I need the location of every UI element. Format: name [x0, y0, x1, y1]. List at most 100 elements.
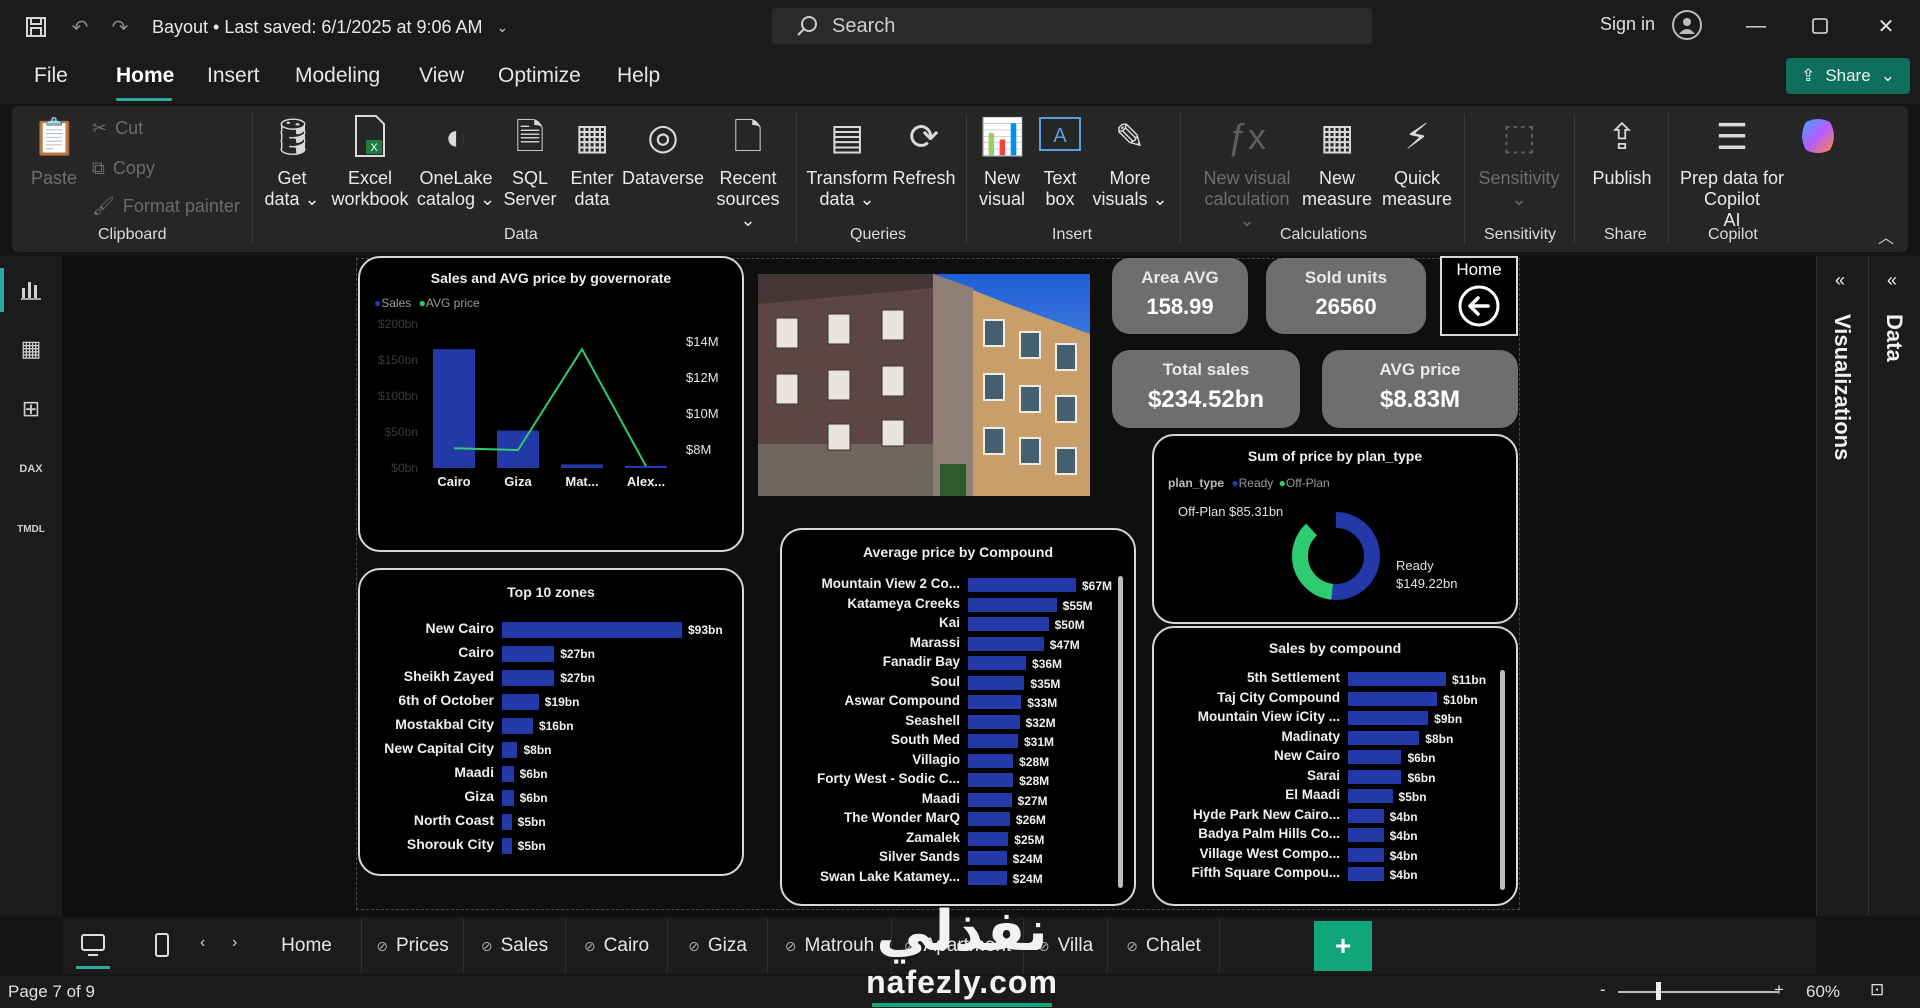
kpi-area-avg[interactable]: Area AVG 158.99	[1112, 258, 1248, 334]
get-data-button[interactable]: 🛢 Get data ⌄	[262, 114, 322, 210]
plan-type-chart-card[interactable]: Sum of price by plan_type plan_type ●Rea…	[1152, 434, 1518, 624]
bar-row[interactable]: Cairo $27bn	[360, 644, 742, 663]
text-box-button[interactable]: A Text box	[1034, 114, 1086, 210]
bar[interactable]	[1348, 730, 1420, 745]
bar-row[interactable]: 5th Settlement $11bn	[1154, 670, 1516, 689]
recent-sources-button[interactable]: 🗋 Recent sources ⌄	[708, 114, 788, 231]
bar[interactable]	[968, 831, 1009, 846]
bar[interactable]	[1348, 672, 1446, 686]
bar-row[interactable]: Giza $6bn	[360, 788, 742, 807]
bar[interactable]	[502, 622, 682, 638]
bar-row[interactable]: Mostakbal City $16bn	[360, 716, 742, 735]
next-page-icon[interactable]: ›	[232, 934, 237, 952]
page-tab-villa[interactable]: ⊘ Villa	[1024, 918, 1108, 974]
enter-data-button[interactable]: ▦ Enter data	[564, 114, 620, 210]
top-zones-chart-card[interactable]: Top 10 zones New Cairo $93bn Cairo $27bn She…	[358, 568, 744, 876]
zoom-slider-handle[interactable]	[1656, 982, 1661, 1000]
page-tab-sales[interactable]: ⊘ Sales	[464, 918, 566, 974]
visualizations-pane[interactable]: « Visualizations	[1816, 256, 1868, 916]
menu-insert[interactable]: Insert	[207, 64, 260, 88]
bar-row[interactable]: South Med $31M	[782, 732, 1134, 751]
more-visuals-button[interactable]: ✎ More visuals ⌄	[1092, 114, 1168, 210]
menu-help[interactable]: Help	[617, 64, 660, 88]
bar-row[interactable]: Village West Compo... $4bn	[1154, 846, 1516, 865]
zoom-out-icon[interactable]: -	[1600, 980, 1606, 1000]
bar[interactable]	[1348, 711, 1429, 725]
bar-row[interactable]: North Coast $5bn	[360, 812, 742, 831]
bar-row[interactable]: Zamalek $25M	[782, 830, 1134, 849]
transform-data-button[interactable]: ▤ Transform data ⌄	[802, 114, 892, 210]
bar-row[interactable]: Seashell $32M	[782, 713, 1134, 732]
bar[interactable]	[968, 675, 1025, 690]
bar-row[interactable]: Fifth Square Compou... $4bn	[1154, 865, 1516, 884]
scrollbar[interactable]	[1118, 576, 1123, 888]
avg-price-line[interactable]	[453, 347, 647, 467]
page-tab-matrouh[interactable]: ⊘ Matrouh	[768, 918, 892, 974]
tmdl-view-icon[interactable]: TMDL	[14, 512, 48, 546]
previous-page-icon[interactable]: ‹	[200, 934, 205, 952]
compound-avg-price-chart-card[interactable]: Average price by Compound Mountain View …	[780, 528, 1136, 906]
bar-row[interactable]: New Cairo $93bn	[360, 620, 742, 639]
copilot-button[interactable]	[1790, 114, 1846, 168]
model-view-icon[interactable]: ⊞	[14, 392, 48, 426]
bar[interactable]	[502, 718, 533, 734]
menu-modeling[interactable]: Modeling	[295, 64, 380, 88]
add-page-button[interactable]: +	[1314, 921, 1372, 971]
bar[interactable]	[968, 870, 1007, 885]
maximize-icon[interactable]	[1800, 10, 1840, 42]
bar-row[interactable]: Forty West - Sodic C... $28M	[782, 771, 1134, 790]
bar[interactable]	[968, 773, 1014, 787]
bar-row[interactable]: Silver Sands $24M	[782, 849, 1134, 868]
bar[interactable]	[968, 617, 1049, 631]
bar[interactable]	[968, 753, 1014, 768]
bar[interactable]	[502, 838, 512, 854]
bar-row[interactable]: Mountain View 2 Co... $67M	[782, 576, 1134, 595]
bar[interactable]	[502, 742, 518, 758]
bar[interactable]	[1348, 769, 1402, 784]
sales-bar[interactable]	[561, 464, 603, 468]
bar[interactable]	[502, 814, 512, 830]
minimize-icon[interactable]: —	[1736, 10, 1776, 42]
bar[interactable]	[968, 656, 1027, 670]
kpi-total-sales[interactable]: Total sales $234.52bn	[1112, 350, 1300, 428]
bar[interactable]	[502, 646, 555, 662]
expand-pane-icon[interactable]: «	[1887, 270, 1897, 291]
refresh-button[interactable]: ⟳ Refresh	[888, 114, 960, 189]
data-pane[interactable]: « Data	[1868, 256, 1920, 916]
bar[interactable]	[968, 695, 1022, 709]
table-view-icon[interactable]: ▦	[14, 332, 48, 366]
undo-icon[interactable]: ↶	[62, 9, 98, 45]
governorate-chart-card[interactable]: Sales and AVG price by governorate ● Sale…	[358, 256, 744, 552]
zoom-in-icon[interactable]: +	[1774, 980, 1784, 1000]
bar-row[interactable]: Villagio $28M	[782, 752, 1134, 771]
fit-to-page-icon[interactable]: ⊡	[1870, 980, 1884, 1000]
bar-row[interactable]: The Wonder MarQ $26M	[782, 810, 1134, 829]
page-tab-chalet[interactable]: ⊘ Chalet	[1108, 918, 1220, 974]
bar[interactable]	[968, 578, 1076, 592]
zoom-level[interactable]: 60%	[1806, 982, 1840, 1002]
bar-row[interactable]: Swan Lake Katamey... $24M	[782, 869, 1134, 888]
bar[interactable]	[502, 694, 539, 710]
sql-server-button[interactable]: 🗎 SQL Server	[500, 114, 560, 210]
bar[interactable]	[968, 734, 1018, 748]
mobile-layout-icon[interactable]	[150, 928, 174, 962]
redo-icon[interactable]: ↷	[102, 9, 138, 45]
scrollbar[interactable]	[1500, 670, 1505, 890]
bar[interactable]	[1348, 867, 1384, 881]
bar-row[interactable]: Mountain View iCity ... $9bn	[1154, 709, 1516, 728]
report-view-icon[interactable]	[14, 272, 48, 306]
save-icon[interactable]	[18, 9, 54, 45]
menu-optimize[interactable]: Optimize	[498, 64, 581, 88]
cut-button[interactable]: ✂ Cut	[92, 118, 143, 139]
bar[interactable]	[1348, 789, 1393, 803]
home-navigation-button[interactable]: Home	[1440, 256, 1518, 336]
collapse-ribbon-icon[interactable]: ︿	[1878, 224, 1894, 248]
excel-workbook-button[interactable]: X Excel workbook	[328, 114, 412, 210]
bar-row[interactable]: New Cairo $6bn	[1154, 748, 1516, 767]
publish-button[interactable]: ⇪ Publish	[1582, 114, 1662, 189]
new-visual-calculation-button[interactable]: ƒx New visual calculation ⌄	[1200, 114, 1294, 231]
share-button[interactable]: ⇪ Share ⌄	[1786, 58, 1910, 94]
bar[interactable]	[502, 766, 514, 782]
page-tab-prices[interactable]: ⊘ Prices	[362, 918, 464, 974]
bar-row[interactable]: Marassi $47M	[782, 635, 1134, 654]
